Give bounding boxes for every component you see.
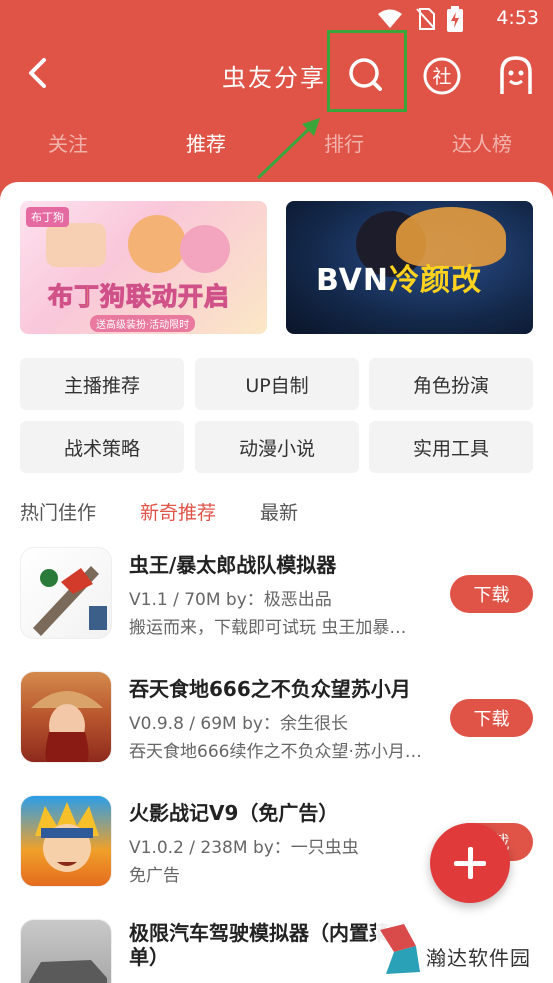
item-meta: V1.0.2 / 238M by：一只虫虫: [129, 838, 359, 858]
watermark-logo-icon: [380, 924, 420, 974]
community-icon: 社: [423, 57, 461, 95]
top-tabs: 关注 推荐 排行 达人榜: [0, 128, 553, 168]
back-button[interactable]: [22, 56, 56, 90]
category-roleplay[interactable]: 角色扮演: [369, 358, 533, 410]
item-description: 吞天食地666续作之不负众望·苏小月…: [129, 742, 422, 762]
app-icon: [20, 671, 112, 763]
search-icon: [349, 58, 382, 91]
app-icon: [20, 795, 112, 887]
status-icons: [377, 6, 463, 36]
top-bar: 虫友分享 社: [0, 40, 553, 106]
banner-title-a: BVN: [316, 263, 389, 298]
category-tools[interactable]: 实用工具: [369, 421, 533, 473]
add-post-button[interactable]: [430, 823, 510, 903]
list-item[interactable]: 虫王/暴太郎战队模拟器 V1.1 / 70M by：极恶出品 搬运而来，下载即可…: [0, 547, 553, 657]
wifi-icon: [377, 8, 403, 34]
user-face-icon: [500, 56, 532, 94]
watermark: 瀚达软件园: [376, 920, 553, 983]
category-up[interactable]: UP自制: [195, 358, 359, 410]
app-icon: [20, 919, 112, 983]
banner-logo: 布丁狗: [26, 207, 69, 227]
banner-title: BVN冷颜改: [316, 255, 482, 299]
banner-decoration: [128, 215, 186, 273]
download-button[interactable]: 下载: [450, 699, 533, 737]
search-button[interactable]: [344, 53, 388, 97]
community-button[interactable]: 社: [422, 56, 462, 96]
tab-ranking[interactable]: 排行: [324, 128, 364, 157]
item-description: 搬运而来，下载即可试玩 虫王加暴…: [129, 618, 407, 638]
profile-button[interactable]: [496, 54, 536, 96]
page-title: 虫友分享: [222, 64, 326, 92]
category-strategy[interactable]: 战术策略: [20, 421, 184, 473]
subtab-hot[interactable]: 热门佳作: [20, 498, 96, 525]
banner-title: 布丁狗联动开启: [47, 282, 231, 312]
list-item[interactable]: 吞天食地666之不负众望苏小月 V0.9.8 / 69M by：余生很长 吞天食…: [0, 671, 553, 781]
item-description: 免广告: [129, 866, 180, 886]
item-meta: V0.9.8 / 69M by：余生很长: [129, 714, 348, 734]
battery-icon: [447, 6, 463, 36]
banner-title-b: 冷颜改: [388, 263, 482, 298]
banner-decoration: [46, 223, 106, 267]
item-meta: V1.1 / 70M by：极恶出品: [129, 590, 332, 610]
banner-bvn[interactable]: BVN冷颜改: [286, 201, 533, 334]
app-icon: [20, 547, 112, 639]
no-sim-icon: [415, 7, 436, 35]
subtab-latest[interactable]: 最新: [260, 498, 298, 525]
tab-experts[interactable]: 达人榜: [452, 128, 512, 157]
category-anime-novel[interactable]: 动漫小说: [195, 421, 359, 473]
banner-subtitle: 送高级装扮·活动限时: [90, 315, 196, 332]
banner-pudding-dog[interactable]: 布丁狗 布丁狗联动开启 送高级装扮·活动限时: [20, 201, 267, 334]
category-streamer[interactable]: 主播推荐: [20, 358, 184, 410]
tab-follow[interactable]: 关注: [48, 128, 88, 157]
status-time: 4:53: [496, 7, 539, 29]
item-title: 火影战记V9（免广告）: [129, 801, 339, 825]
item-title: 虫王/暴太郎战队模拟器: [129, 553, 337, 577]
watermark-text: 瀚达软件园: [426, 946, 531, 970]
tab-recommend[interactable]: 推荐: [186, 128, 226, 157]
item-title: 极限汽车驾驶模拟器（内置菜单）: [129, 921, 389, 969]
community-icon-label: 社: [432, 66, 451, 88]
banner-decoration: [180, 225, 230, 273]
subtab-new-recommend[interactable]: 新奇推荐: [140, 498, 216, 525]
download-button[interactable]: 下载: [450, 575, 533, 613]
item-title: 吞天食地666之不负众望苏小月: [129, 677, 411, 701]
app-header: 4:53 虫友分享 社 关注 推荐 排行 达人榜: [0, 0, 553, 200]
chevron-left-icon: [29, 58, 46, 88]
status-bar: 4:53: [0, 0, 553, 36]
